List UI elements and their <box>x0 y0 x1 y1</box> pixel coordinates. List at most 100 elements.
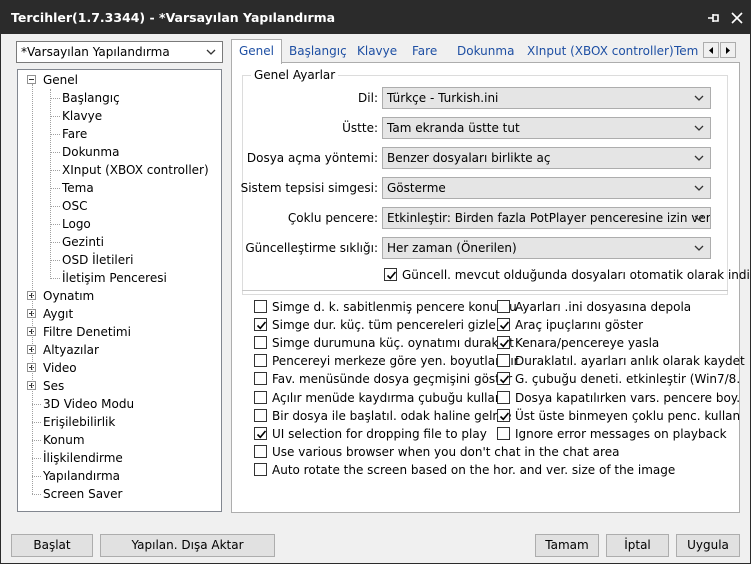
export-config-button[interactable]: Yapılan. Dışa Aktar <box>100 534 275 557</box>
tree-connector <box>50 116 60 117</box>
tree-item-label: 3D Video Modu <box>43 397 135 411</box>
checkbox-box[interactable] <box>497 426 510 440</box>
field-select[interactable]: Türkçe - Turkish.ini <box>382 87 711 109</box>
tree-connector <box>50 188 60 189</box>
tree-connector <box>32 422 41 423</box>
checkbox-box[interactable] <box>254 462 267 476</box>
tree-connector <box>32 458 41 459</box>
settings-tree[interactable]: Genel Başlangıç Klavye Fare Dokunma XInput (X… <box>17 69 222 512</box>
tree-item[interactable]: Yapılandırma <box>43 467 120 485</box>
checkbox-box[interactable] <box>497 300 510 313</box>
tree-item[interactable]: Tema <box>62 179 94 197</box>
field-label: Sistem tepsisi simgesi: <box>240 181 378 195</box>
tab-keyboard[interactable]: Klavye <box>357 41 397 63</box>
tree-connector <box>50 89 51 279</box>
tree-item[interactable]: Fare <box>62 125 87 143</box>
field-select[interactable]: Her zaman (Önerilen) <box>382 237 711 259</box>
close-icon[interactable] <box>726 7 748 29</box>
checkbox-box[interactable] <box>384 268 397 281</box>
chevron-left-icon <box>709 47 713 54</box>
tree-item[interactable]: Logo <box>62 215 91 233</box>
tab-theme[interactable]: Tem <box>674 41 702 63</box>
checkbox-label: Açılır menüde kaydırma çubuğu kullan <box>272 390 503 405</box>
tree-item[interactable]: OSC <box>62 197 87 215</box>
tab-startup[interactable]: Başlangıç <box>289 41 347 63</box>
title-bar: Tercihler(1.7.3344) - *Varsayılan Yapıla… <box>1 1 750 34</box>
tree-item[interactable]: Genel <box>43 71 78 89</box>
cancel-button[interactable]: İptal <box>606 534 669 557</box>
tree-item[interactable]: Dokunma <box>62 143 119 161</box>
tree-item[interactable]: Altyazılar <box>43 341 99 359</box>
field-label: Güncelleştirme sıklığı: <box>245 241 378 255</box>
tree-item[interactable]: İletişim Penceresi <box>62 269 167 287</box>
tree-item-label: Oynatım <box>43 289 95 303</box>
ok-button[interactable]: Tamam <box>535 534 599 557</box>
field-select[interactable]: Tam ekranda üstte tut <box>382 117 711 139</box>
tree-item-label: Aygıt <box>43 307 74 321</box>
tab-general[interactable]: Genel <box>231 39 283 64</box>
checkbox-box[interactable] <box>254 444 267 458</box>
checkbox-box[interactable] <box>497 372 510 386</box>
field-label: Çoklu pencere: <box>287 211 378 225</box>
field-select-value: Benzer dosyaları birlikte aç <box>387 151 551 165</box>
tree-item-label: Erişilebilirlik <box>43 415 116 429</box>
checkbox-box[interactable] <box>497 390 510 404</box>
tree-item[interactable]: Video <box>43 359 77 377</box>
checkbox-box[interactable] <box>497 408 510 422</box>
profile-select[interactable]: *Varsayılan Yapılandırma <box>16 41 223 63</box>
field-select[interactable]: Etkinleştir: Birden fazla PotPlayer penc… <box>382 207 711 229</box>
tab-mouse[interactable]: Fare <box>412 41 437 63</box>
tree-connector <box>50 98 60 99</box>
checkbox-box[interactable] <box>254 426 267 440</box>
checkbox-box[interactable] <box>254 300 267 313</box>
collapse-icon[interactable] <box>27 75 36 84</box>
tree-item[interactable]: Erişilebilirlik <box>43 413 115 431</box>
field-label: Dosya açma yöntemi: <box>246 151 378 165</box>
tree-item[interactable]: Klavye <box>62 107 102 125</box>
checkbox-label: UI selection for dropping file to play <box>272 426 487 441</box>
tree-connector <box>32 440 41 441</box>
pin-icon[interactable] <box>703 7 725 29</box>
tree-item[interactable]: XInput (XBOX controller) <box>62 161 209 179</box>
checkbox-box[interactable] <box>254 408 267 422</box>
tree-item[interactable]: Oynatım <box>43 287 94 305</box>
field-select[interactable]: Benzer dosyaları birlikte aç <box>382 147 711 169</box>
field-select[interactable]: Gösterme <box>382 177 711 199</box>
tab-scroll-left-button[interactable] <box>703 42 719 58</box>
checkbox-box[interactable] <box>254 318 267 332</box>
tree-item-label: Gezinti <box>62 235 104 249</box>
checkbox-box[interactable] <box>254 372 267 386</box>
checkbox-box[interactable] <box>497 336 510 350</box>
profile-select-value: *Varsayılan Yapılandırma <box>21 45 170 59</box>
tree-item[interactable]: Ses <box>43 377 64 395</box>
tree-item[interactable]: OSD İletileri <box>62 251 133 269</box>
tree-item[interactable]: Aygıt <box>43 305 73 323</box>
checkbox-label: Pencereyi merkeze göre yen. boyutlandır <box>272 354 519 369</box>
tree-item[interactable]: Filtre Denetimi <box>43 323 131 341</box>
tab-scroll-right-button[interactable] <box>720 42 736 58</box>
tree-item[interactable]: Gezinti <box>62 233 104 251</box>
checkbox-label: Kenara/pencereye yasla <box>515 336 660 351</box>
start-button[interactable]: Başlat <box>11 534 93 557</box>
checkbox-box[interactable] <box>497 354 510 368</box>
tab-touch[interactable]: Dokunma <box>457 41 514 63</box>
tree-connector <box>50 260 60 261</box>
tree-item-label: Klavye <box>62 109 103 123</box>
checkbox-box[interactable] <box>497 318 510 332</box>
tree-item[interactable]: Konum <box>43 431 85 449</box>
checkbox-box[interactable] <box>254 336 267 350</box>
checkbox-label: Dosya kapatılırken vars. pencere boy. <box>515 390 741 405</box>
tree-item[interactable]: Başlangıç <box>62 89 120 107</box>
apply-button[interactable]: Uygula <box>676 534 740 557</box>
tree-item[interactable]: 3D Video Modu <box>43 395 134 413</box>
checkbox-box[interactable] <box>254 354 267 368</box>
checkbox-box[interactable] <box>254 390 267 404</box>
tree-item-label: Tema <box>62 181 94 195</box>
tree-item[interactable]: Screen Saver <box>43 485 122 503</box>
tree-item-label: Fare <box>62 127 88 141</box>
tree-item[interactable]: İlişkilendirme <box>43 449 123 467</box>
tab-xinput[interactable]: XInput (XBOX controller) <box>527 41 674 63</box>
tree-item-label: Logo <box>62 217 91 231</box>
tree-item-label: Genel <box>43 73 79 87</box>
chevron-down-icon <box>694 245 704 251</box>
